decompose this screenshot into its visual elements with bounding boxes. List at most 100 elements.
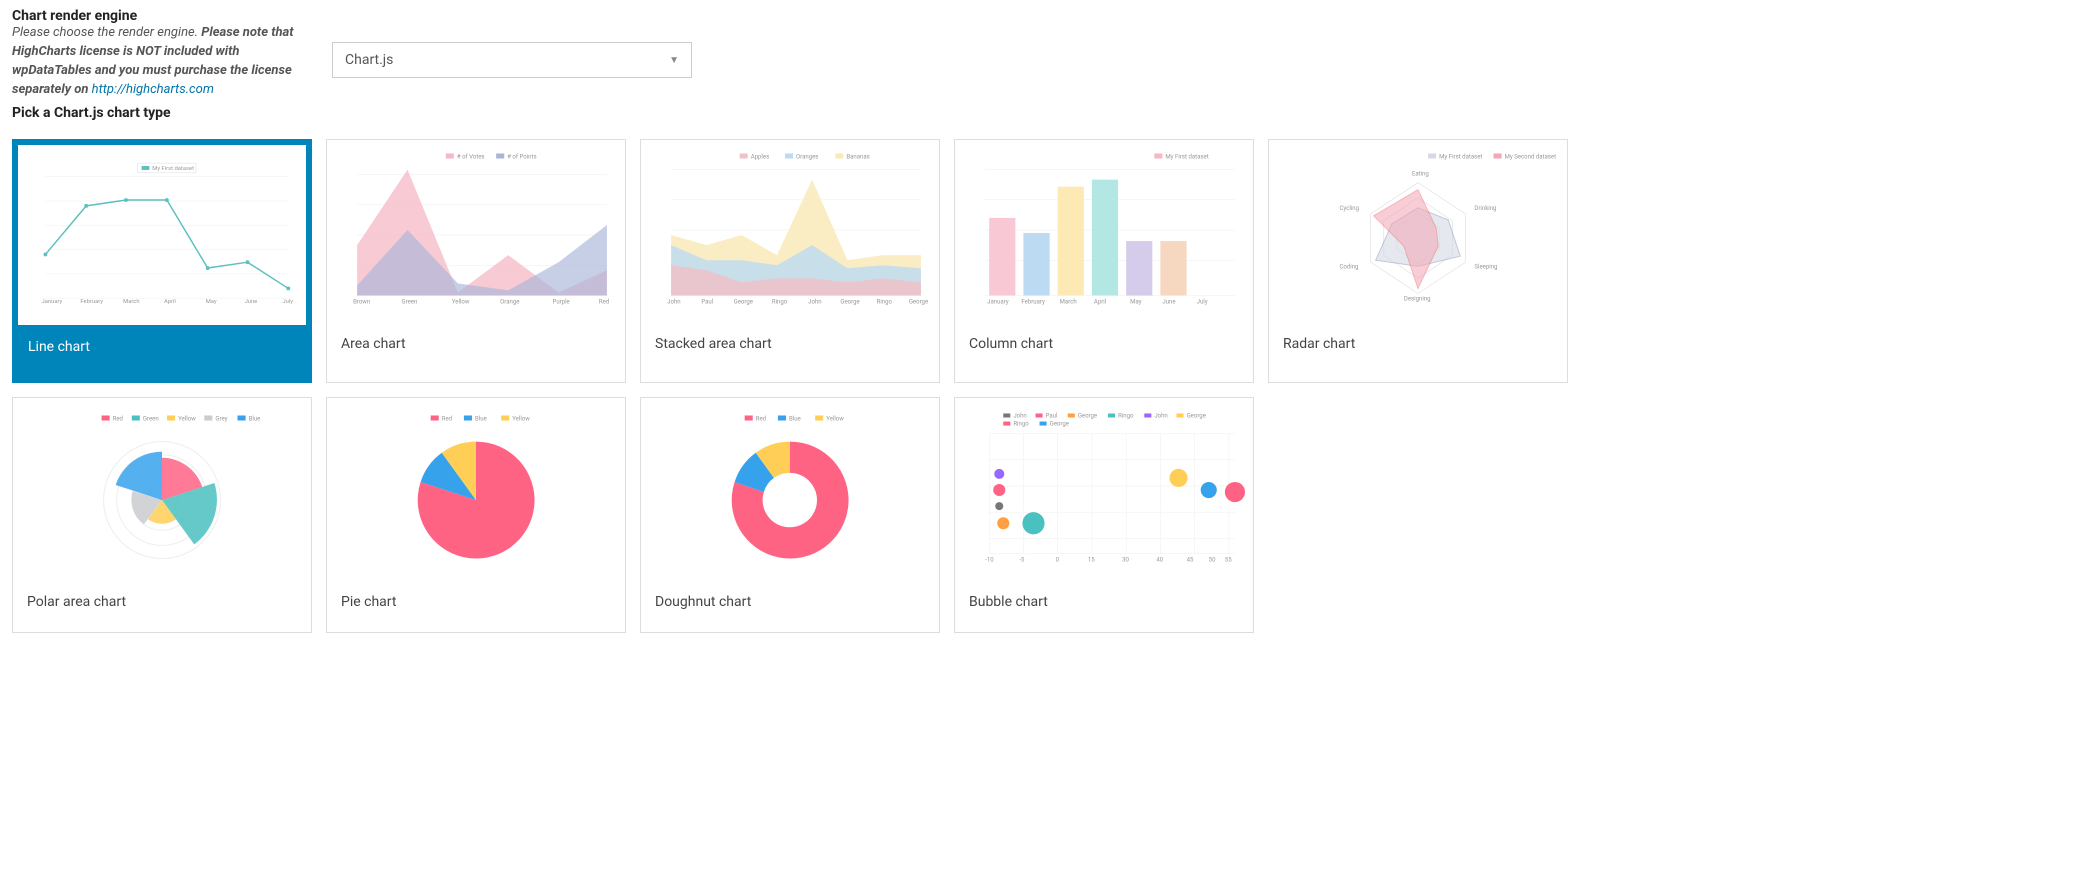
chart-card-label: Stacked area chart: [641, 320, 939, 374]
svg-text:February: February: [1021, 299, 1045, 306]
chart-card-polar[interactable]: Red Green Yellow Grey Blue Polar area ch…: [12, 397, 312, 633]
chart-card-label: Radar chart: [1269, 320, 1567, 374]
chart-card-area[interactable]: # of Votes # of Points Brown Green Yellow O…: [326, 139, 626, 383]
svg-text:Coding: Coding: [1339, 264, 1358, 271]
thumb-polar: Red Green Yellow Grey Blue: [13, 398, 311, 578]
svg-text:My Second dataset: My Second dataset: [1505, 154, 1556, 161]
thumb-area: # of Votes # of Points Brown Green Yellow O…: [327, 140, 625, 320]
svg-text:April: April: [164, 299, 176, 305]
svg-text:Blue: Blue: [789, 416, 801, 423]
svg-text:Bananas: Bananas: [846, 154, 869, 161]
svg-text:April: April: [1094, 299, 1106, 306]
svg-text:Red: Red: [442, 416, 452, 423]
svg-text:Green: Green: [401, 299, 417, 306]
chart-card-label: Polar area chart: [13, 578, 311, 632]
svg-text:John: John: [667, 299, 680, 306]
svg-text:My First dataset: My First dataset: [152, 166, 194, 172]
svg-text:John: John: [1013, 413, 1026, 420]
svg-text:Ringo: Ringo: [877, 299, 893, 306]
svg-text:January: January: [987, 299, 1009, 306]
engine-select[interactable]: Chart.js ▼: [332, 42, 692, 78]
svg-text:March: March: [123, 299, 139, 305]
svg-text:Green: Green: [143, 416, 159, 423]
svg-text:Brown: Brown: [353, 299, 370, 306]
svg-text:15: 15: [1088, 557, 1095, 564]
svg-text:Designing: Designing: [1404, 296, 1431, 303]
chart-card-radar[interactable]: My First dataset My Second dataset Eatin…: [1268, 139, 1568, 383]
svg-text:-5: -5: [1019, 557, 1025, 564]
svg-text:# of Votes: # of Votes: [457, 154, 485, 161]
svg-text:45: 45: [1187, 557, 1194, 564]
desc-prefix: Please choose the render engine.: [12, 25, 201, 40]
chart-card-label: Doughnut chart: [641, 578, 939, 632]
thumb-line: My First dataset January February March Apr…: [18, 145, 306, 325]
svg-text:May: May: [1130, 299, 1142, 306]
chevron-down-icon: ▼: [669, 55, 679, 66]
chart-card-doughnut[interactable]: Red Blue Yellow Doughnut chart: [640, 397, 940, 633]
svg-text:55: 55: [1225, 557, 1232, 564]
chart-card-label: Line chart: [18, 325, 306, 377]
svg-text:Grey: Grey: [215, 416, 227, 423]
svg-text:Sleeping: Sleeping: [1474, 264, 1497, 271]
svg-text:Blue: Blue: [249, 416, 261, 423]
chart-card-label: Bubble chart: [955, 578, 1253, 632]
pick-title: Pick a Chart.js chart type: [12, 105, 2076, 121]
svg-text:Apples: Apples: [751, 154, 770, 161]
svg-text:40: 40: [1156, 557, 1163, 564]
thumb-bubble: John Paul George Ringo John George Ringo…: [955, 398, 1253, 578]
chart-card-stacked-area[interactable]: Apples Oranges Bananas John Paul George Rin…: [640, 139, 940, 383]
svg-text:Orange: Orange: [500, 299, 519, 306]
svg-text:July: July: [282, 299, 293, 305]
thumb-pie: Red Blue Yellow: [327, 398, 625, 578]
svg-text:Red: Red: [756, 416, 766, 423]
svg-text:# of Points: # of Points: [507, 154, 536, 161]
chart-card-line[interactable]: My First dataset January February March Apr…: [12, 139, 312, 383]
svg-text:Ringo: Ringo: [1013, 421, 1029, 428]
svg-text:George: George: [909, 299, 928, 306]
svg-text:John: John: [808, 299, 821, 306]
svg-text:0: 0: [1056, 557, 1060, 564]
svg-text:March: March: [1060, 299, 1077, 306]
chart-card-label: Area chart: [327, 320, 625, 374]
svg-text:Yellow: Yellow: [826, 416, 844, 423]
thumb-column: My First dataset January February March Apr…: [955, 140, 1253, 320]
svg-text:June: June: [1162, 299, 1175, 306]
svg-text:Ringo: Ringo: [1118, 413, 1134, 420]
highcharts-link[interactable]: http://highcharts.com: [92, 82, 214, 97]
svg-text:My First dataset: My First dataset: [1439, 154, 1482, 161]
svg-text:Yellow: Yellow: [178, 416, 196, 423]
engine-title: Chart render engine: [12, 8, 312, 24]
svg-text:George: George: [1078, 413, 1097, 420]
svg-text:Red: Red: [599, 299, 609, 306]
svg-text:Paul: Paul: [1046, 413, 1058, 420]
svg-text:January: January: [42, 299, 63, 305]
thumb-doughnut: Red Blue Yellow: [641, 398, 939, 578]
chart-type-grid: My First dataset January February March Apr…: [12, 139, 2076, 633]
svg-text:February: February: [80, 299, 103, 305]
svg-text:George: George: [840, 299, 859, 306]
chart-card-pie[interactable]: Red Blue Yellow Pie chart: [326, 397, 626, 633]
engine-select-value: Chart.js: [345, 52, 393, 68]
svg-text:Eating: Eating: [1412, 171, 1429, 178]
svg-text:Ringo: Ringo: [772, 299, 788, 306]
svg-text:George: George: [1050, 421, 1069, 428]
chart-card-column[interactable]: My First dataset January February March Apr…: [954, 139, 1254, 383]
svg-text:John: John: [1154, 413, 1167, 420]
svg-text:50: 50: [1209, 557, 1216, 564]
chart-card-label: Pie chart: [327, 578, 625, 632]
svg-text:Blue: Blue: [475, 416, 487, 423]
svg-text:Yellow: Yellow: [512, 416, 530, 423]
svg-text:Oranges: Oranges: [796, 154, 818, 161]
svg-text:Drinking: Drinking: [1474, 205, 1496, 212]
chart-card-label: Column chart: [955, 320, 1253, 374]
svg-text:My First dataset: My First dataset: [1165, 154, 1208, 161]
chart-card-bubble[interactable]: John Paul George Ringo John George Ringo…: [954, 397, 1254, 633]
svg-text:George: George: [1187, 413, 1206, 420]
svg-text:Purple: Purple: [553, 299, 570, 306]
svg-text:Paul: Paul: [701, 299, 713, 306]
svg-text:-10: -10: [985, 557, 994, 564]
svg-text:Yellow: Yellow: [452, 299, 470, 306]
svg-text:George: George: [734, 299, 753, 306]
svg-text:Cycling: Cycling: [1339, 205, 1359, 212]
svg-text:May: May: [206, 299, 217, 305]
